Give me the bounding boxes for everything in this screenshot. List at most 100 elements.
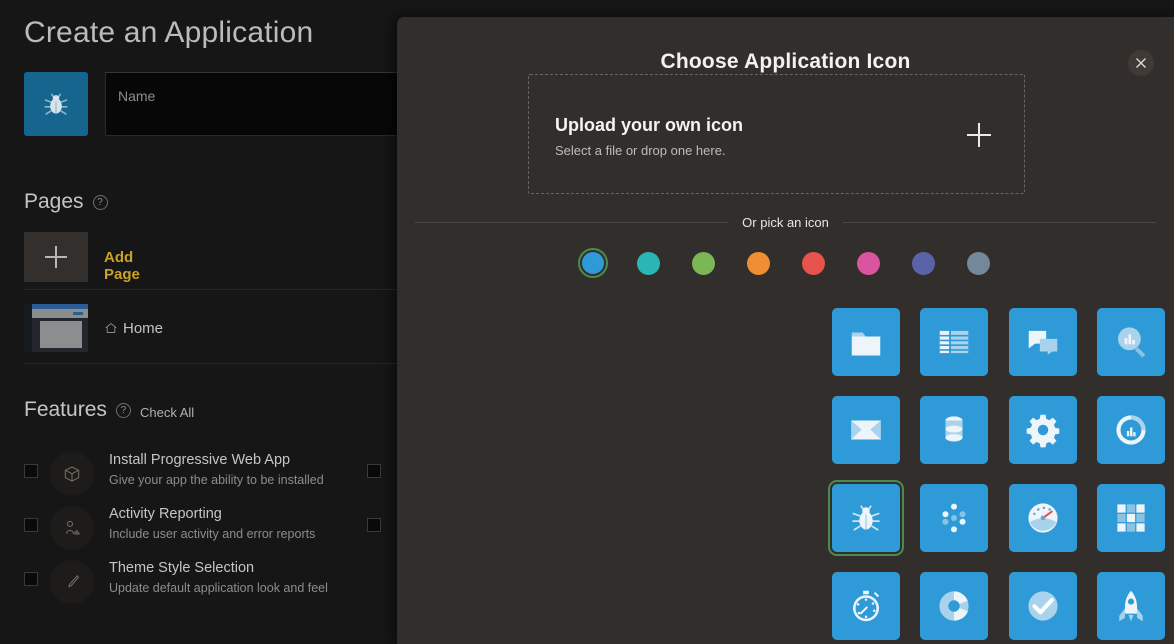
folder-icon	[851, 332, 881, 356]
plus-icon[interactable]	[967, 123, 991, 147]
pie-chart-icon	[939, 591, 969, 621]
feature-icon-circle	[50, 506, 94, 550]
database-icon	[945, 416, 963, 442]
icon-option-rocket[interactable]	[1097, 572, 1166, 640]
color-swatch-dot	[746, 251, 770, 275]
icon-option-chat-bubbles[interactable]	[1008, 308, 1077, 376]
color-swatch-dot	[911, 251, 935, 275]
color-swatch-red[interactable]	[798, 248, 828, 278]
color-swatch-dot	[691, 251, 715, 275]
color-swatch-row	[397, 248, 1174, 278]
pages-heading-label: Pages	[24, 190, 84, 213]
feature-row[interactable]: Theme Style Selection Update default app…	[0, 546, 400, 610]
feature-title: Activity Reporting	[109, 506, 222, 522]
row-divider	[24, 289, 400, 290]
upload-icon-dropzone[interactable]: Upload your own icon Select a file or dr…	[528, 74, 1025, 194]
package-box-icon	[64, 466, 80, 482]
check-circle-icon	[1028, 591, 1058, 621]
rocket-icon	[1119, 590, 1143, 622]
color-swatch-slate[interactable]	[963, 248, 993, 278]
icon-option-folder[interactable]	[832, 308, 900, 376]
icon-option-chart-search[interactable]	[1097, 308, 1166, 376]
feature-checkbox[interactable]	[24, 464, 38, 478]
icon-option-grid-squares[interactable]	[1097, 484, 1166, 552]
feature-subtitle: Give your app the ability to be installe…	[109, 473, 324, 487]
feature-secondary-checkbox[interactable]	[367, 464, 381, 478]
divider-label: Or pick an icon	[742, 215, 829, 230]
icon-option-envelope[interactable]	[832, 396, 900, 464]
feature-secondary-checkbox[interactable]	[367, 518, 381, 532]
add-page-label: Add Page	[104, 249, 140, 283]
donut-gauge-icon	[1116, 415, 1146, 445]
upload-title: Upload your own icon	[555, 115, 743, 135]
color-swatch-teal[interactable]	[633, 248, 663, 278]
user-chart-icon	[66, 520, 80, 535]
color-swatch-dot	[801, 251, 825, 275]
question-circle-icon[interactable]: ?	[92, 195, 108, 210]
divider-line-left	[415, 222, 729, 223]
row-divider	[24, 363, 400, 364]
feature-subtitle: Include user activity and error reports	[109, 527, 316, 541]
icon-option-table-list[interactable]	[920, 308, 989, 376]
icon-option-stopwatch[interactable]	[832, 572, 900, 640]
table-list-icon	[940, 330, 969, 354]
feature-checkbox[interactable]	[24, 518, 38, 532]
icon-option-check-circle[interactable]	[1008, 572, 1077, 640]
check-all-link[interactable]: Check All	[140, 405, 194, 420]
home-icon	[105, 323, 117, 333]
color-swatch-green[interactable]	[688, 248, 718, 278]
envelope-icon	[851, 420, 881, 440]
plus-icon	[45, 246, 67, 268]
page-thumbnail	[24, 304, 88, 352]
feature-icon-circle	[50, 452, 94, 496]
icon-option-gear[interactable]	[1008, 396, 1077, 464]
feature-title: Install Progressive Web App	[109, 452, 291, 468]
divider-line-right	[842, 222, 1157, 223]
add-page-thumbnail[interactable]	[24, 232, 88, 282]
bug-icon	[852, 505, 880, 531]
pages-heading: Pages?	[24, 190, 108, 214]
close-icon	[1136, 58, 1146, 68]
app-root: Create an Application Name Pages? Add Pa…	[0, 0, 1174, 644]
choose-application-icon-dialog: Choose Application Icon Upload your own …	[397, 17, 1174, 644]
application-name-field[interactable]: Name	[105, 72, 402, 136]
icon-option-database[interactable]	[920, 396, 989, 464]
close-dialog-button[interactable]	[1128, 50, 1154, 76]
icon-option-bug[interactable]	[828, 480, 904, 556]
icon-option-donut-gauge[interactable]	[1097, 396, 1166, 464]
dialog-title: Choose Application Icon	[660, 50, 911, 73]
page-title: Create an Application	[24, 16, 314, 49]
paintbrush-icon	[68, 575, 79, 588]
gear-icon	[1026, 414, 1060, 448]
question-circle-icon[interactable]: ?	[115, 403, 131, 418]
color-swatch-orange[interactable]	[743, 248, 773, 278]
page-list-item-label: Home	[123, 320, 164, 337]
icon-option-dots-cluster[interactable]	[920, 484, 989, 552]
color-swatch-dot	[856, 251, 880, 275]
feature-checkbox[interactable]	[24, 572, 38, 586]
icon-option-speedometer[interactable]	[1008, 484, 1077, 552]
chart-search-icon	[1118, 327, 1146, 358]
feature-icon-circle	[50, 560, 94, 604]
color-swatch-dot	[636, 251, 660, 275]
color-swatch-dot	[966, 251, 990, 275]
color-swatch-dot	[582, 252, 604, 274]
feature-subtitle: Update default application look and feel	[109, 581, 328, 595]
grid-squares-icon	[1117, 504, 1145, 532]
color-swatch-pink[interactable]	[853, 248, 883, 278]
bug-icon	[44, 93, 68, 115]
page-list-item-label-wrap: Home	[104, 320, 163, 337]
features-heading: Features?	[24, 398, 131, 422]
application-name-placeholder: Name	[118, 88, 156, 104]
upload-subtitle: Select a file or drop one here.	[555, 143, 726, 158]
speedometer-icon	[1028, 503, 1058, 533]
color-swatch-blue[interactable]	[578, 248, 608, 278]
feature-title: Theme Style Selection	[109, 560, 255, 576]
features-heading-label: Features	[24, 398, 107, 421]
app-icon-preview[interactable]	[24, 72, 88, 136]
dots-cluster-icon	[942, 503, 966, 533]
stopwatch-icon	[853, 590, 880, 622]
color-swatch-indigo[interactable]	[908, 248, 938, 278]
divider: Or pick an icon	[415, 215, 1157, 230]
icon-option-pie-chart[interactable]	[920, 572, 989, 640]
